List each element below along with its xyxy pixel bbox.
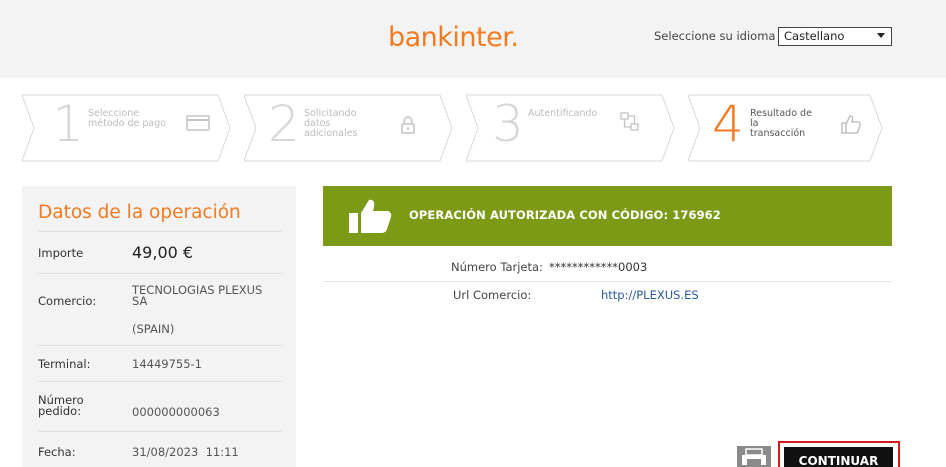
amount-value: 49,00 € (132, 243, 194, 262)
step-label: Seleccione método de pago (88, 108, 167, 129)
step-label: Resultado de la transacción (750, 108, 812, 139)
print-button[interactable] (737, 446, 771, 467)
language-select[interactable]: Castellano (778, 27, 892, 46)
operation-row-order: Número pedido: 000000000063 (38, 382, 282, 432)
order-value: 000000000063 (132, 405, 220, 419)
operation-row-date: Fecha: 31/08/2023 11:11 (38, 432, 282, 467)
operation-row-amount: Importe 49,00 € (38, 232, 282, 274)
step-number: 3 (492, 95, 524, 153)
network-icon (620, 112, 639, 131)
step-3: 3 Autentificando (466, 92, 676, 164)
step-number: 2 (268, 95, 300, 153)
operation-data-panel: Datos de la operación Importe 49,00 € Co… (22, 186, 296, 467)
step-label: Solicitando datos adicionales (304, 108, 358, 139)
header: bankinter. Seleccione su idioma Castella… (0, 0, 946, 78)
row-label: Comercio: (38, 294, 97, 308)
row-label: Importe (38, 246, 84, 260)
continue-button[interactable]: CONTINUAR (784, 447, 893, 467)
row-label: Terminal: (38, 357, 91, 371)
operation-title: Datos de la operación (38, 202, 241, 223)
card-number-row: Número Tarjeta: ************0003 (323, 260, 892, 282)
merchant-value: TECNOLOGIAS PLEXUS SA (SPAIN) (132, 283, 263, 336)
merchant-url-label: Url Comercio: (453, 288, 532, 302)
lock-icon (401, 116, 415, 134)
row-label: Fecha: (38, 445, 76, 459)
thumbs-up-icon (841, 115, 861, 134)
progress-steps: 1 Seleccione método de pago 2 Solicitand… (0, 92, 946, 164)
divider (323, 281, 892, 282)
step-1: 1 Seleccione método de pago (22, 92, 232, 164)
step-label: Autentificando (528, 108, 598, 119)
operation-row-terminal: Terminal: 14449755-1 (38, 346, 282, 382)
card-number-value: ************0003 (549, 260, 648, 274)
step-number: 1 (52, 95, 84, 153)
row-label: Número pedido: (38, 393, 84, 418)
language-selected-value: Castellano (784, 29, 845, 43)
authorized-banner: OPERACIÓN AUTORIZADA CON CÓDIGO: 176962 (323, 186, 892, 246)
step-4: 4 Resultado de la transacción (688, 92, 898, 164)
step-2: 2 Solicitando datos adicionales (244, 92, 454, 164)
card-number-label: Número Tarjeta: (451, 260, 543, 274)
authorization-message: OPERACIÓN AUTORIZADA CON CÓDIGO: 176962 (409, 208, 721, 222)
operation-row-merchant: Comercio: TECNOLOGIAS PLEXUS SA (SPAIN) (38, 274, 282, 346)
printer-icon (742, 448, 766, 465)
merchant-url-link[interactable]: http://PLEXUS.ES (601, 288, 699, 302)
chevron-down-icon (877, 33, 885, 38)
language-label: Seleccione su idioma (654, 29, 776, 43)
date-value: 31/08/2023 11:11 (132, 445, 239, 459)
thumbs-up-icon (349, 199, 392, 233)
merchant-url-row: Url Comercio: http://PLEXUS.ES (323, 288, 892, 310)
bankinter-logo: bankinter. (388, 22, 519, 53)
credit-card-icon (186, 115, 210, 131)
terminal-value: 14449755-1 (132, 357, 202, 371)
step-number: 4 (712, 95, 744, 153)
